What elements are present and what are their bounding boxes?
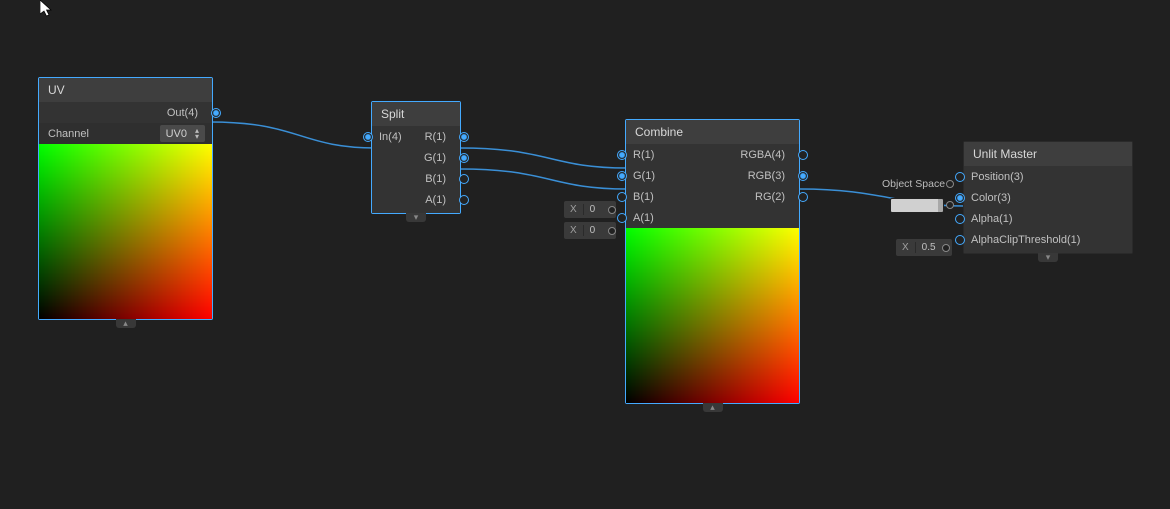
- updown-icon: ▴▾: [195, 128, 199, 140]
- port-object-space[interactable]: [946, 180, 954, 188]
- port-color[interactable]: [955, 193, 965, 203]
- node-unlit-title[interactable]: Unlit Master: [964, 142, 1132, 166]
- collapse-toggle[interactable]: ▾: [1038, 253, 1058, 262]
- port-alpha-clip[interactable]: [955, 235, 965, 245]
- node-unlit-master[interactable]: Unlit Master Position(3) Color(3) Alpha(…: [963, 141, 1133, 254]
- port-swatch[interactable]: [946, 201, 954, 209]
- port-label-in: In(4): [377, 131, 402, 143]
- port-label-b: B(1): [372, 173, 455, 185]
- x-label: X: [564, 204, 584, 215]
- port-out[interactable]: [211, 108, 221, 118]
- preview-combine: [626, 228, 799, 403]
- port-label-b-in: B(1): [631, 191, 654, 203]
- port-label-a: A(1): [372, 194, 455, 206]
- port-label-alpha-clip: AlphaClipThreshold(1): [969, 234, 1080, 246]
- dropdown-value: UV0: [166, 128, 187, 140]
- port-r-in[interactable]: [617, 150, 627, 160]
- port-r-out[interactable]: [459, 132, 469, 142]
- field-combine-b[interactable]: X 0: [564, 201, 616, 218]
- port-rgb-out[interactable]: [798, 171, 808, 181]
- mouse-cursor: [40, 0, 54, 18]
- collapse-toggle[interactable]: ▴: [116, 319, 136, 328]
- collapse-toggle[interactable]: ▾: [406, 213, 426, 222]
- port-label-out: Out(4): [39, 107, 207, 119]
- dropdown-channel[interactable]: UV0 ▴▾: [160, 125, 205, 142]
- port-label-alpha: Alpha(1): [969, 213, 1013, 225]
- port-out[interactable]: [608, 206, 616, 214]
- port-rgba-out[interactable]: [798, 150, 808, 160]
- port-g-in[interactable]: [617, 171, 627, 181]
- field-alpha-clip[interactable]: X 0.5: [896, 239, 952, 256]
- label-object-space: Object Space: [882, 178, 945, 190]
- port-label-rgba: RGBA(4): [654, 149, 794, 161]
- port-label-r-in: R(1): [631, 149, 654, 161]
- port-position[interactable]: [955, 172, 965, 182]
- collapse-toggle[interactable]: ▴: [703, 403, 723, 412]
- port-label-rgb: RGB(3): [655, 170, 794, 182]
- port-g-out[interactable]: [459, 153, 469, 163]
- node-split[interactable]: Split In(4) R(1) G(1) B(1) A(1) ▾: [371, 101, 461, 214]
- node-split-title[interactable]: Split: [372, 102, 460, 126]
- port-a-out[interactable]: [459, 195, 469, 205]
- value[interactable]: 0.5: [916, 242, 942, 253]
- port-label-g: G(1): [372, 152, 455, 164]
- label-channel: Channel: [39, 128, 160, 140]
- preview-uv: [39, 144, 212, 319]
- node-uv[interactable]: UV Out(4) Channel UV0 ▴▾ ▴: [38, 77, 213, 320]
- node-combine-title[interactable]: Combine: [626, 120, 799, 144]
- port-label-r: R(1): [402, 131, 455, 143]
- port-label-rg: RG(2): [654, 191, 794, 203]
- port-a-in[interactable]: [617, 213, 627, 223]
- port-alpha[interactable]: [955, 214, 965, 224]
- x-label: X: [896, 242, 916, 253]
- port-label-position: Position(3): [969, 171, 1024, 183]
- node-combine[interactable]: Combine R(1) RGBA(4) G(1) RGB(3) B(1) RG…: [625, 119, 800, 404]
- port-b-out[interactable]: [459, 174, 469, 184]
- port-label-color: Color(3): [969, 192, 1011, 204]
- x-label: X: [564, 225, 584, 236]
- port-in[interactable]: [363, 132, 373, 142]
- port-rg-out[interactable]: [798, 192, 808, 202]
- port-out[interactable]: [608, 227, 616, 235]
- value[interactable]: 0: [584, 225, 608, 236]
- port-label-a-in: A(1): [631, 212, 654, 224]
- value[interactable]: 0: [584, 204, 608, 215]
- field-combine-a[interactable]: X 0: [564, 222, 616, 239]
- swatch-color[interactable]: [890, 198, 944, 213]
- port-label-g-in: G(1): [631, 170, 655, 182]
- port-out[interactable]: [942, 244, 950, 252]
- node-uv-title[interactable]: UV: [39, 78, 212, 102]
- port-b-in[interactable]: [617, 192, 627, 202]
